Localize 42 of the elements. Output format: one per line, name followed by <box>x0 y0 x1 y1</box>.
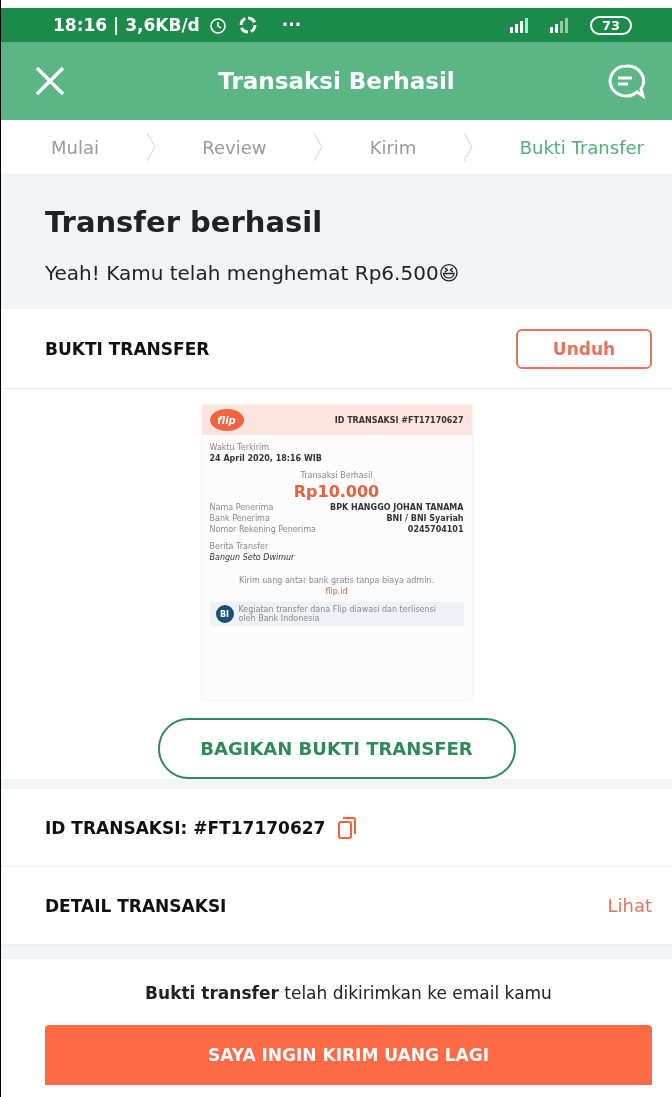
bank-logo: BI <box>215 605 234 623</box>
screen-title: Transaksi Berhasil <box>218 68 455 94</box>
email-notice: Bukti transfer telah dikirimkan ke email kamu <box>145 983 552 1003</box>
send-again-button[interactable]: SAYA INGIN KIRIM UANG LAGI <box>45 1025 652 1085</box>
flip-logo: flip <box>209 409 244 431</box>
chevron-icon <box>145 132 156 162</box>
download-button[interactable]: Unduh <box>516 328 652 369</box>
chevron-icon <box>313 132 324 162</box>
transaction-id: ID TRANSAKSI: #FT17170627 <box>45 817 326 838</box>
detail-title: DETAIL TRANSAKSI <box>45 895 227 916</box>
section-title: BUKTI TRANSFER <box>45 338 210 359</box>
receipt-promo: Kirim uang antar bank gratis tanpa biaya admin. <box>239 576 434 585</box>
receipt-time: 24 April 2020, 18:16 WIB <box>209 454 323 463</box>
receipt-value: 0245704101 <box>407 525 464 534</box>
step-tab[interactable]: Review <box>202 136 267 158</box>
receipt-id: ID TRANSAKSI #FT17170627 <box>334 415 464 425</box>
receipt-label: Transaksi Berhasil <box>300 471 373 480</box>
receipt-value: Bangun Seto Dwimur <box>209 553 296 562</box>
step-tab[interactable]: Kirim <box>369 136 417 158</box>
receipt-amount: Rp10.000 <box>293 482 380 501</box>
close-button[interactable] <box>33 64 67 98</box>
receipt-notice: Kegiatan transfer dana Flip diawasi dan terlisensi oleh Bank Indonesia <box>238 605 437 623</box>
receipt-label: Nama Penerima <box>209 503 274 512</box>
savings-message: Yeah! Kamu telah menghemat Rp6.500😆 <box>45 261 461 285</box>
receipt-value: BNI / BNI Syariah <box>386 514 464 523</box>
step-tab[interactable]: Mulai <box>51 136 99 158</box>
view-link[interactable]: Lihat <box>607 895 652 916</box>
more-indicator: ··· <box>281 15 302 35</box>
battery-indicator: 73 <box>589 15 632 35</box>
alarm-icon <box>207 15 228 35</box>
receipt-label: Bank Penerima <box>209 514 270 523</box>
chat-button[interactable] <box>606 63 646 99</box>
step-tab[interactable]: Bukti Transfer <box>519 136 644 158</box>
receipt-label: Berita Transfer <box>209 542 270 551</box>
receipt-label: Nomor Rekening Penerima <box>209 525 316 534</box>
chevron-icon <box>463 132 473 162</box>
receipt-value: BPK HANGGO JOHAN TANAMA <box>330 503 464 512</box>
receipt-label: Waktu Terkirim <box>209 443 271 452</box>
success-title: Transfer berhasil <box>45 205 324 239</box>
share-button[interactable]: BAGIKAN BUKTI TRANSFER <box>157 717 516 779</box>
status-time: 18:16 | 3,6KB/d <box>53 15 200 35</box>
copy-button[interactable] <box>337 815 358 840</box>
